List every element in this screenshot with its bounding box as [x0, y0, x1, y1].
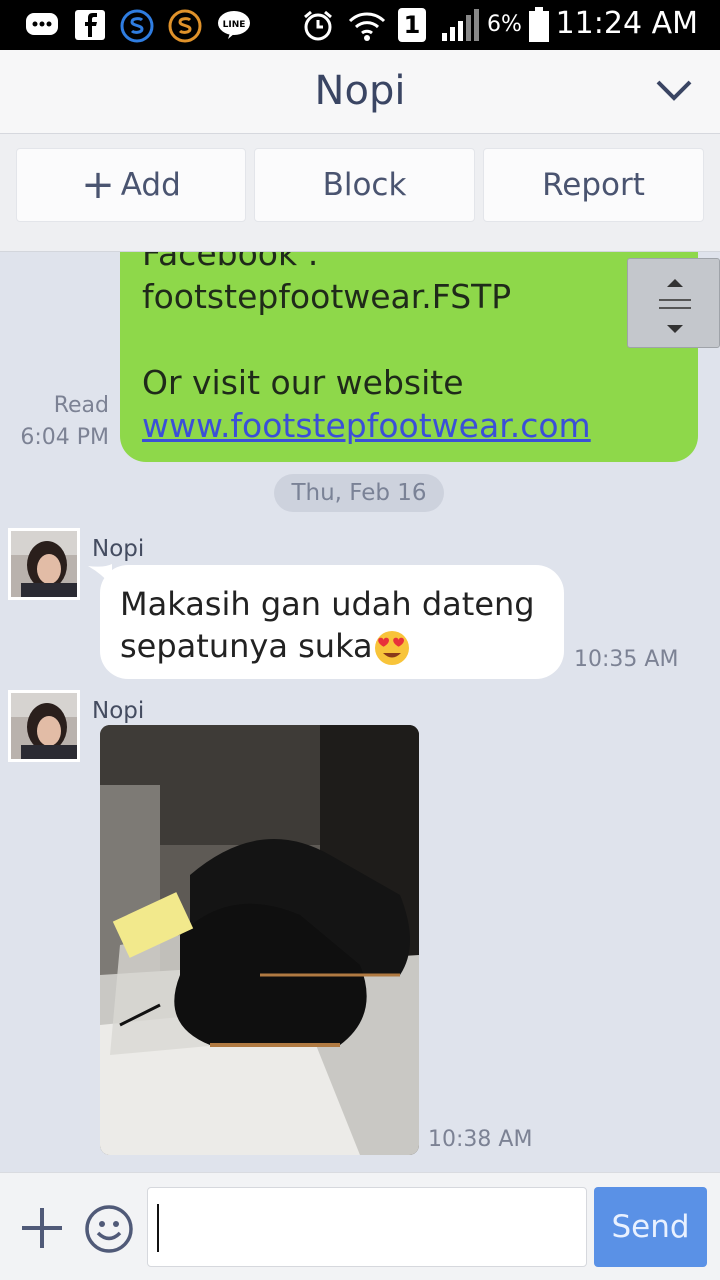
- block-button-label: Block: [322, 167, 407, 203]
- line-app-icon: LINE: [218, 11, 250, 39]
- add-button-label: Add: [120, 167, 181, 203]
- message-line: footstepfootwear.FSTP: [142, 277, 512, 316]
- sender-name: Nopi: [92, 536, 145, 562]
- sender-name: Nopi: [92, 698, 145, 724]
- chevron-down-icon[interactable]: [654, 76, 694, 104]
- message-line: Makasih gan udah dateng: [120, 585, 535, 623]
- fast-scroll-handle[interactable]: [627, 258, 720, 348]
- heart-eyes-emoji-icon: [374, 631, 409, 665]
- message-time: 6:04 PM: [20, 425, 109, 450]
- s-blue-app-icon: [120, 9, 154, 43]
- sim-badge: 1: [398, 8, 426, 42]
- message-line: sepatunya suka: [120, 625, 544, 667]
- avatar[interactable]: [8, 528, 80, 600]
- add-button[interactable]: + Add: [16, 148, 246, 222]
- emoji-icon[interactable]: [84, 1204, 134, 1254]
- profile-photo: [11, 693, 77, 759]
- status-bar: LINE 1 6% 11:24 AM: [0, 0, 720, 50]
- read-receipt: Read 6:04 PM: [20, 390, 109, 454]
- plus-icon[interactable]: [20, 1206, 64, 1250]
- shoe-photo[interactable]: [100, 725, 419, 1155]
- read-status: Read: [53, 393, 109, 418]
- incoming-message[interactable]: Makasih gan udah dateng sepatunya suka: [100, 565, 564, 679]
- wifi-icon: [348, 12, 386, 41]
- date-separator: Thu, Feb 16: [274, 474, 444, 512]
- website-link[interactable]: www.footstepfootwear.com: [142, 406, 591, 445]
- report-button[interactable]: Report: [483, 148, 704, 222]
- text-caret: [157, 1204, 159, 1252]
- plus-icon: +: [81, 162, 115, 208]
- alarm-icon: [304, 10, 332, 41]
- svg-text:LINE: LINE: [223, 20, 246, 30]
- signal-icon: [442, 9, 479, 41]
- message-composer: Send: [0, 1172, 720, 1280]
- outgoing-message[interactable]: Facebook : footstepfootwear.FSTP Or visi…: [120, 252, 698, 462]
- clock: 11:24 AM: [555, 6, 698, 41]
- send-button-label: Send: [611, 1209, 690, 1245]
- battery-icon: [529, 7, 549, 42]
- message-line: Facebook :: [142, 252, 319, 273]
- message-time: 10:38 AM: [428, 1127, 533, 1152]
- profile-photo: [11, 531, 77, 597]
- shoe-photo-image: [100, 725, 419, 1155]
- s-orange-app-icon: [168, 9, 202, 43]
- chat-title: Nopi: [314, 68, 406, 114]
- chat-header: Nopi: [0, 50, 720, 134]
- avatar[interactable]: [8, 690, 80, 762]
- report-button-label: Report: [542, 167, 645, 203]
- action-bar: + Add Block Report: [0, 134, 720, 252]
- battery-percent: 6%: [487, 12, 522, 37]
- block-button[interactable]: Block: [254, 148, 475, 222]
- message-text: sepatunya suka: [120, 627, 373, 665]
- message-line: Or visit our website: [142, 363, 464, 402]
- scroll-handle-icon: [659, 279, 691, 333]
- facebook-icon: [75, 10, 105, 40]
- chat-bubble-icon: [26, 13, 58, 35]
- send-button[interactable]: Send: [594, 1187, 707, 1267]
- message-time: 10:35 AM: [574, 647, 679, 672]
- message-input[interactable]: [147, 1187, 587, 1267]
- chat-messages[interactable]: Facebook : footstepfootwear.FSTP Or visi…: [0, 252, 720, 1172]
